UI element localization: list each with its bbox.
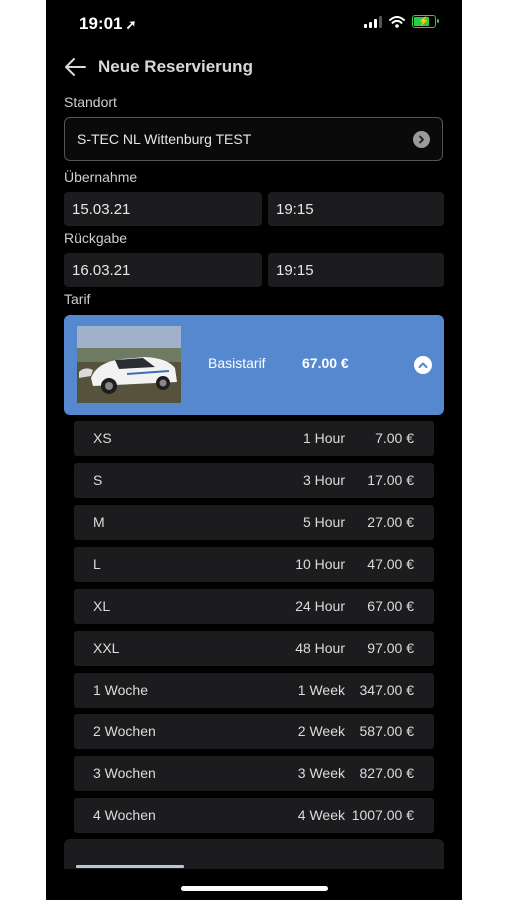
tariff-option-duration: 48 Hour <box>295 640 345 656</box>
rueckgabe-time-field[interactable]: 19:15 <box>268 253 444 287</box>
selected-tariff-price: 67.00 € <box>302 355 349 371</box>
tariff-option-price: 27.00 € <box>367 514 414 530</box>
app-screen: 19:01 ➚ ⚡ Neue Reservierung Standort S-TE… <box>46 0 462 900</box>
tariff-option-name: S <box>93 472 103 488</box>
tariff-option-row[interactable]: XS 1 Hour 7.00 € <box>74 421 434 456</box>
tariff-option-duration: 4 Week <box>297 807 345 823</box>
standort-label: Standort <box>64 94 117 110</box>
tariff-option-price: 97.00 € <box>367 640 414 656</box>
tariff-option-row[interactable]: 1 Woche 1 Week 347.00 € <box>74 673 434 708</box>
location-arrow-icon: ➚ <box>125 17 137 32</box>
cellular-signal-icon <box>364 15 382 28</box>
tariff-option-duration: 10 Hour <box>295 556 345 572</box>
tariff-option-price: 587.00 € <box>359 723 415 739</box>
tariff-option-name: XL <box>93 598 111 614</box>
tariff-option-row[interactable]: 2 Wochen 2 Week 587.00 € <box>74 714 434 749</box>
wifi-icon <box>389 15 405 28</box>
tariff-option-row[interactable]: XXL 48 Hour 97.00 € <box>74 631 434 666</box>
uebernahme-time-field[interactable]: 19:15 <box>268 192 444 226</box>
home-indicator[interactable] <box>181 886 328 891</box>
selected-tariff-name: Basistarif <box>208 355 266 371</box>
tariff-option-price: 67.00 € <box>367 598 414 614</box>
next-section-card[interactable] <box>64 839 444 869</box>
tariff-option-duration: 2 Week <box>297 723 345 739</box>
status-time: 19:01 <box>79 14 123 33</box>
back-button[interactable] <box>62 54 88 80</box>
tariff-option-row[interactable]: L 10 Hour 47.00 € <box>74 547 434 582</box>
rueckgabe-label: Rückgabe <box>64 230 128 246</box>
tariff-option-name: M <box>93 514 105 530</box>
tariff-option-name: 2 Wochen <box>93 723 156 739</box>
selected-tariff-card[interactable]: Basistarif 67.00 € <box>64 315 444 415</box>
tariff-option-row[interactable]: 4 Wochen 4 Week 1007.00 € <box>74 798 434 833</box>
tariff-option-name: XXL <box>93 640 120 656</box>
tariff-option-duration: 3 Hour <box>302 472 345 488</box>
tariff-option-row[interactable]: XL 24 Hour 67.00 € <box>74 589 434 624</box>
tariff-option-name: L <box>93 556 101 572</box>
tariff-option-row[interactable]: M 5 Hour 27.00 € <box>74 505 434 540</box>
battery-charging-icon: ⚡ <box>412 15 439 28</box>
tariff-option-row[interactable]: S 3 Hour 17.00 € <box>74 463 434 498</box>
tariff-option-duration: 3 Week <box>297 765 345 781</box>
tariff-option-price: 7.00 € <box>375 430 414 446</box>
tariff-option-price: 827.00 € <box>359 765 415 781</box>
tarif-label: Tarif <box>64 291 91 307</box>
tariff-option-row[interactable]: 3 Wochen 3 Week 827.00 € <box>74 756 434 791</box>
tariff-option-duration: 24 Hour <box>295 598 345 614</box>
tariff-option-price: 17.00 € <box>367 472 414 488</box>
uebernahme-label: Übernahme <box>64 169 138 185</box>
tariff-option-duration: 1 Week <box>297 682 345 698</box>
tariff-option-price: 347.00 € <box>359 682 415 698</box>
chevron-right-icon <box>413 130 430 148</box>
car-image <box>77 326 181 403</box>
page-title: Neue Reservierung <box>98 57 253 76</box>
standort-select[interactable]: S-TEC NL Wittenburg TEST <box>64 117 443 161</box>
rueckgabe-date-field[interactable]: 16.03.21 <box>64 253 262 287</box>
tariff-option-duration: 1 Hour <box>302 430 345 446</box>
chevron-up-icon[interactable] <box>414 356 432 374</box>
tariff-option-name: 1 Woche <box>93 682 148 698</box>
nav-header: Neue Reservierung <box>62 52 253 82</box>
arrow-left-icon <box>65 58 86 76</box>
tariff-option-name: XS <box>93 430 112 446</box>
tariff-option-price: 1007.00 € <box>351 807 414 823</box>
tariff-option-name: 4 Wochen <box>93 807 156 823</box>
standort-value: S-TEC NL Wittenburg TEST <box>77 131 252 147</box>
tariff-option-duration: 5 Hour <box>302 514 345 530</box>
status-bar: 19:01 ➚ ⚡ <box>46 0 462 46</box>
tariff-option-name: 3 Wochen <box>93 765 156 781</box>
scroll-indicator <box>76 865 184 868</box>
uebernahme-date-field[interactable]: 15.03.21 <box>64 192 262 226</box>
tariff-option-price: 47.00 € <box>367 556 414 572</box>
